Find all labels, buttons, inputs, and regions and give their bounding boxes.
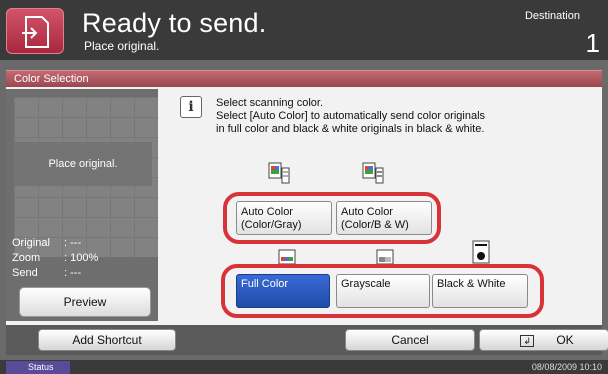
info-send: Send : --- bbox=[12, 267, 81, 279]
destination-count: 1 bbox=[585, 28, 600, 58]
full-color-button[interactable]: Full Color bbox=[236, 274, 330, 308]
status-subtitle: Place original. bbox=[84, 39, 160, 53]
instruction-text: Select scanning color. Select [Auto Colo… bbox=[216, 97, 485, 136]
ok-button[interactable]: ↲ OK bbox=[479, 329, 608, 351]
grayscale-icon bbox=[376, 249, 394, 265]
preview-button[interactable]: Preview bbox=[19, 287, 151, 317]
option-label: Auto Color bbox=[341, 206, 393, 218]
instruction-line: Select scanning color. bbox=[216, 97, 324, 109]
place-original-text: Place original. bbox=[14, 142, 152, 186]
cancel-button[interactable]: Cancel bbox=[345, 329, 475, 351]
info-value: : --- bbox=[64, 237, 82, 249]
auto-color-gray-icon bbox=[268, 162, 290, 184]
status-title: Ready to send. bbox=[82, 8, 267, 38]
info-label: Zoom bbox=[12, 252, 41, 264]
option-label: Auto Color bbox=[241, 206, 293, 218]
info-label: Original bbox=[12, 237, 50, 249]
grayscale-button[interactable]: Grayscale bbox=[336, 274, 430, 308]
option-label: (Color/B & W) bbox=[341, 219, 409, 231]
info-label: Send bbox=[12, 267, 38, 279]
auto-color-gray-button[interactable]: Auto Color (Color/Gray) bbox=[236, 201, 332, 235]
instruction-line: in full color and black & white original… bbox=[216, 123, 485, 135]
info-original: Original : --- bbox=[12, 237, 81, 249]
auto-color-bw-icon bbox=[362, 162, 384, 184]
section-title: Color Selection bbox=[6, 70, 602, 87]
ok-label: OK bbox=[556, 333, 574, 347]
add-shortcut-button[interactable]: Add Shortcut bbox=[38, 329, 176, 351]
document-send-icon bbox=[22, 16, 49, 48]
home-button[interactable] bbox=[6, 8, 64, 54]
info-zoom: Zoom : 100% bbox=[12, 252, 98, 264]
info-value: : 100% bbox=[64, 252, 99, 264]
destination-label: Destination bbox=[524, 10, 580, 22]
status-button[interactable]: Status bbox=[6, 361, 70, 374]
instruction-line: Select [Auto Color] to automatically sen… bbox=[216, 110, 486, 122]
full-color-icon bbox=[278, 249, 296, 265]
black-white-icon bbox=[472, 240, 490, 264]
info-value: : --- bbox=[64, 267, 82, 279]
datetime: 08/08/2009 10:10 bbox=[531, 362, 602, 372]
status-bar bbox=[0, 360, 608, 374]
auto-color-bw-button[interactable]: Auto Color (Color/B & W) bbox=[336, 201, 432, 235]
black-white-button[interactable]: Black & White bbox=[432, 274, 528, 308]
info-icon: i bbox=[180, 96, 202, 118]
enter-key-icon: ↲ bbox=[520, 334, 535, 347]
option-label: (Color/Gray) bbox=[241, 219, 302, 231]
